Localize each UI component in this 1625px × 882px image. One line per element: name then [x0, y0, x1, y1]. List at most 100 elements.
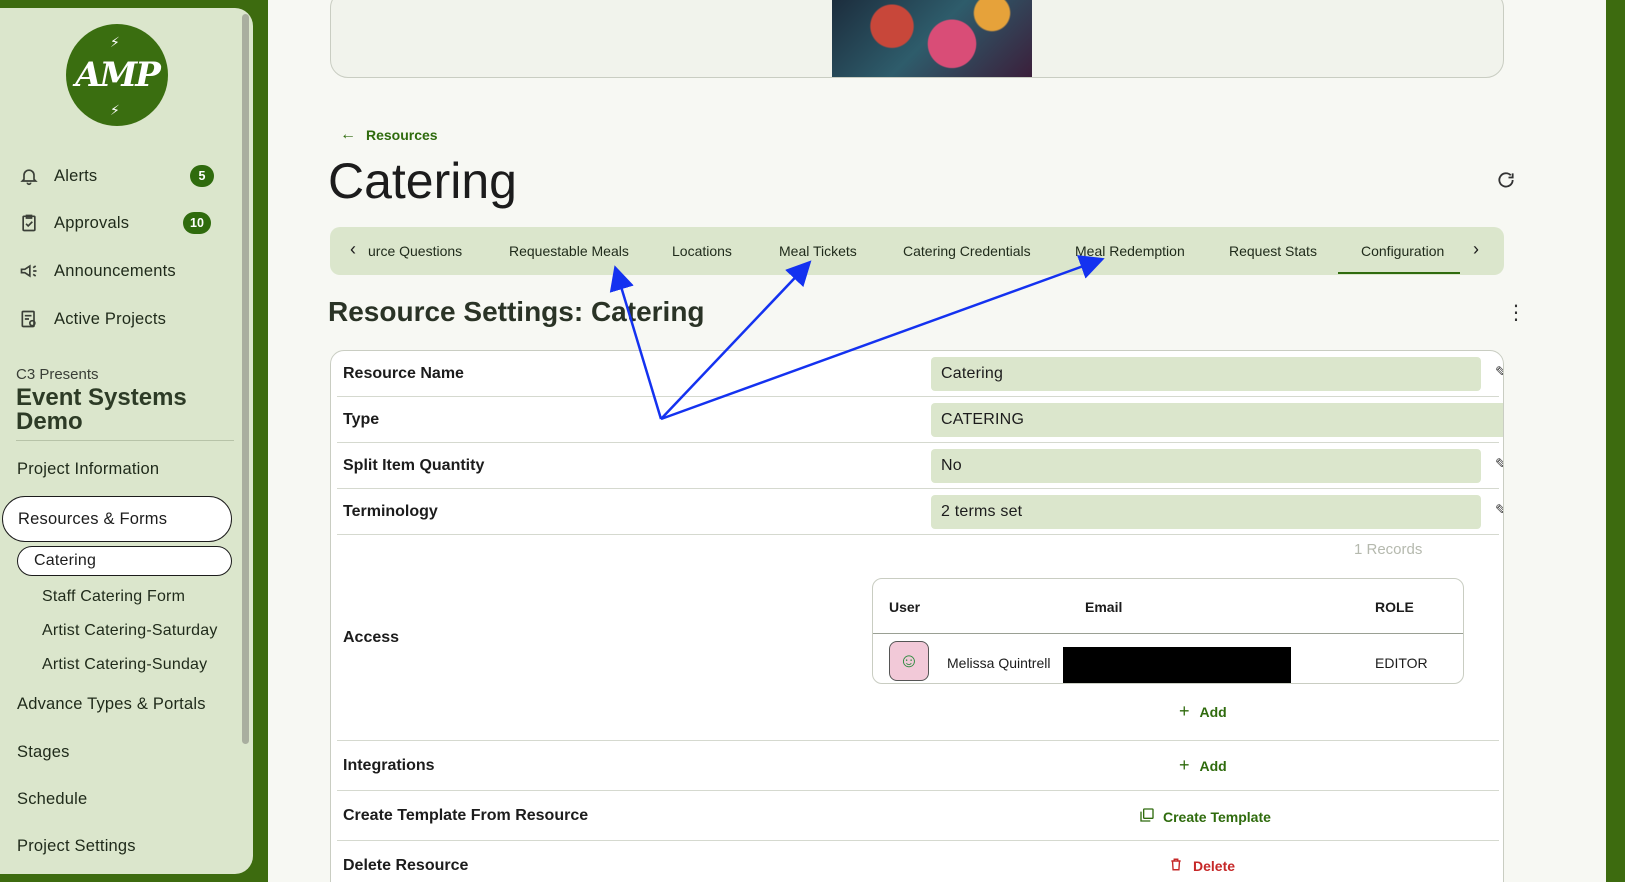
column-header-email[interactable]: Email: [1085, 599, 1122, 615]
delete-label: Delete: [1193, 858, 1236, 874]
logo-text: AMP: [75, 55, 161, 95]
main-content: ← Resources Catering ‹ urce Questions Re…: [268, 0, 1606, 882]
add-integration-button[interactable]: + Add: [1179, 755, 1227, 776]
sidebar-item-label: Active Projects: [54, 309, 167, 328]
banner-image: [832, 0, 1032, 77]
project-banner: [330, 0, 1504, 78]
megaphone-icon: [18, 260, 40, 282]
sidebar-subitem-label: Catering: [34, 552, 97, 569]
alerts-count-badge: 5: [190, 165, 214, 187]
sidebar-item-project-information[interactable]: Project Information: [17, 460, 159, 479]
tab-configuration[interactable]: Configuration: [1337, 227, 1461, 275]
sidebar-item-announcements[interactable]: Announcements: [18, 256, 176, 286]
edit-icon[interactable]: ✎: [1495, 501, 1503, 519]
add-label: Add: [1199, 703, 1227, 720]
tab-locations[interactable]: Locations: [672, 227, 732, 275]
row-label: Resource Name: [343, 365, 464, 382]
row-delete-resource: Delete Resource Delete: [337, 841, 1499, 882]
add-access-button[interactable]: + Add: [1179, 701, 1227, 722]
row-create-template: Create Template From Resource Create Tem…: [337, 791, 1499, 841]
sidebar-item-label: Alerts: [54, 166, 98, 185]
sidebar-item-advance-types[interactable]: Advance Types & Portals: [17, 695, 206, 714]
approvals-count-badge: 10: [183, 212, 211, 234]
row-type: Type CATERING: [337, 397, 1503, 443]
trash-icon: [1169, 857, 1183, 875]
delete-resource-button[interactable]: Delete: [1169, 857, 1235, 875]
row-split-item-quantity: Split Item Quantity No ✎: [337, 443, 1503, 489]
chevron-left-icon[interactable]: ‹: [350, 239, 356, 260]
split-item-quantity-value: No: [931, 449, 1481, 483]
sidebar-scrollbar[interactable]: [242, 14, 249, 744]
tab-resource-questions[interactable]: urce Questions: [368, 227, 462, 275]
edit-icon[interactable]: ✎: [1495, 363, 1503, 381]
sidebar: ⚡ AMP ⚡ Alerts 5 Approvals 10 Announceme…: [0, 8, 253, 874]
resource-tabs: ‹ urce Questions Requestable Meals Locat…: [330, 227, 1504, 275]
add-label: Add: [1199, 757, 1227, 774]
sidebar-item-schedule[interactable]: Schedule: [17, 790, 87, 809]
resource-name-value: Catering: [931, 357, 1481, 391]
terminology-value: 2 terms set: [931, 495, 1481, 529]
row-label: Terminology: [343, 503, 438, 520]
page-title: Catering: [328, 153, 517, 209]
sidebar-item-approvals[interactable]: Approvals: [18, 208, 129, 238]
projects-icon: [18, 308, 40, 330]
sidebar-subitem-artist-catering-sunday[interactable]: Artist Catering-Sunday: [42, 656, 222, 674]
row-integrations: Integrations + Add: [337, 741, 1499, 791]
table-header-divider: [873, 633, 1463, 634]
sidebar-item-label: Announcements: [54, 261, 176, 280]
row-resource-name: Resource Name Catering ✎: [337, 351, 1503, 397]
create-template-button[interactable]: Create Template: [1139, 807, 1271, 826]
tab-meal-redemption[interactable]: Meal Redemption: [1075, 227, 1185, 275]
sidebar-item-label: Resources & Forms: [18, 509, 168, 528]
access-table: User Email ROLE ☺ Melissa Quintrell EDIT…: [872, 578, 1464, 684]
sidebar-item-alerts[interactable]: Alerts: [18, 161, 97, 191]
tab-request-stats[interactable]: Request Stats: [1229, 227, 1317, 275]
row-terminology: Terminology 2 terms set ✎: [337, 489, 1503, 535]
amp-logo[interactable]: ⚡ AMP ⚡: [66, 24, 168, 126]
sidebar-divider: [16, 440, 234, 441]
tab-meal-tickets[interactable]: Meal Tickets: [779, 227, 857, 275]
row-label: Create Template From Resource: [343, 807, 589, 824]
user-role: EDITOR: [1375, 655, 1428, 671]
bolt-icon: ⚡: [110, 34, 120, 50]
refresh-icon[interactable]: [1496, 170, 1516, 196]
avatar: ☺: [889, 641, 929, 681]
tab-catering-credentials[interactable]: Catering Credentials: [903, 227, 1031, 275]
plus-icon: +: [1179, 755, 1190, 775]
column-header-role[interactable]: ROLE: [1375, 599, 1414, 615]
records-count: 1 Records: [1354, 541, 1423, 558]
more-vert-icon[interactable]: ⋮: [1506, 300, 1526, 325]
org-subtitle: C3 Presents: [16, 366, 99, 383]
row-label: Delete Resource: [343, 857, 469, 874]
sidebar-item-project-settings[interactable]: Project Settings: [17, 837, 136, 856]
sidebar-subitem-artist-catering-saturday[interactable]: Artist Catering-Saturday: [42, 622, 218, 640]
sidebar-item-active-projects[interactable]: Active Projects: [18, 304, 166, 334]
tab-requestable-meals[interactable]: Requestable Meals: [509, 227, 629, 275]
row-label: Access: [343, 629, 400, 646]
redacted-email: [1063, 647, 1291, 683]
template-copy-icon: [1139, 807, 1155, 826]
sidebar-item-stages[interactable]: Stages: [17, 743, 70, 762]
section-title: Resource Settings: Catering: [328, 296, 705, 327]
sidebar-item-resources-forms[interactable]: Resources & Forms: [2, 496, 232, 542]
plus-icon: +: [1179, 701, 1190, 721]
arrow-left-icon: ←: [340, 126, 356, 143]
sidebar-subitem-catering[interactable]: Catering: [17, 546, 232, 576]
column-header-user[interactable]: User: [889, 599, 920, 615]
org-title: Event Systems Demo: [16, 384, 187, 435]
row-label: Integrations: [343, 757, 435, 774]
back-link-label: Resources: [366, 127, 438, 143]
bolt-icon: ⚡: [110, 102, 120, 118]
edit-icon[interactable]: ✎: [1495, 455, 1503, 473]
sidebar-subitem-staff-catering-form[interactable]: Staff Catering Form: [42, 588, 222, 606]
row-label: Type: [343, 411, 380, 428]
row-label: Split Item Quantity: [343, 457, 485, 474]
bell-icon: [18, 165, 40, 187]
sidebar-item-label: Approvals: [54, 213, 130, 232]
back-to-resources-link[interactable]: ← Resources: [340, 126, 438, 144]
type-value: CATERING: [931, 403, 1503, 437]
create-template-label: Create Template: [1163, 808, 1271, 825]
user-name: Melissa Quintrell: [947, 655, 1051, 671]
chevron-right-icon[interactable]: ›: [1473, 239, 1479, 260]
clipboard-check-icon: [18, 212, 40, 234]
